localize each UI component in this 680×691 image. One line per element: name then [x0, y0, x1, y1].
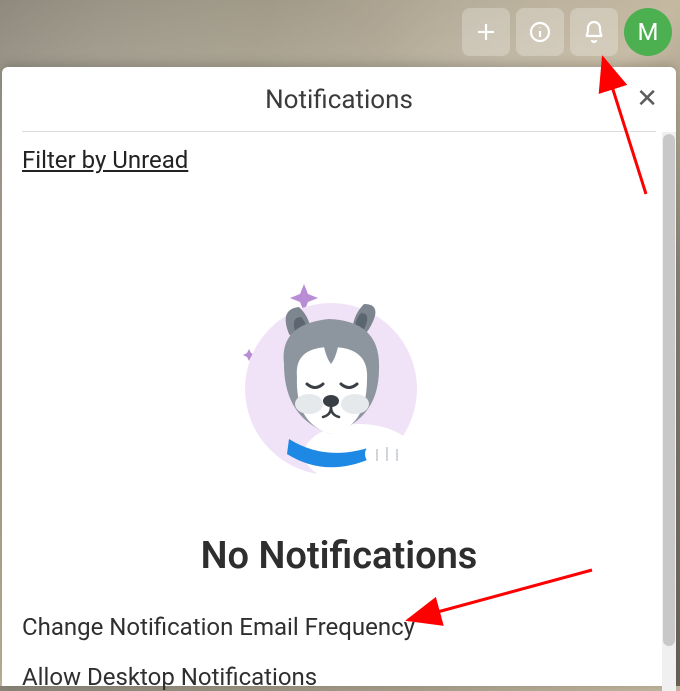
close-icon: ✕ [636, 83, 658, 113]
scrollbar-thumb[interactable] [663, 134, 675, 646]
notification-action-links: Change Notification Email Frequency Allo… [22, 613, 656, 691]
panel-body: Filter by Unread [2, 132, 676, 691]
close-button[interactable]: ✕ [632, 81, 662, 115]
panel-header: Notifications ✕ [2, 67, 676, 131]
filter-unread-link[interactable]: Filter by Unread [22, 146, 188, 174]
husky-illustration [239, 269, 439, 479]
user-avatar[interactable]: M [624, 8, 672, 56]
bell-icon [582, 20, 606, 44]
notifications-button[interactable] [570, 8, 618, 56]
allow-desktop-notifications-link[interactable]: Allow Desktop Notifications [22, 663, 656, 691]
avatar-initial: M [638, 18, 659, 46]
plus-icon [474, 20, 498, 44]
add-button[interactable] [462, 8, 510, 56]
empty-state: No Notifications Change Notification Ema… [22, 269, 656, 691]
empty-state-title: No Notifications [201, 534, 478, 578]
notifications-panel: Notifications ✕ Filter by Unread [2, 67, 676, 686]
info-button[interactable] [516, 8, 564, 56]
change-email-frequency-link[interactable]: Change Notification Email Frequency [22, 613, 656, 641]
panel-title: Notifications [22, 85, 656, 115]
info-icon [528, 20, 552, 44]
header-toolbar: M [462, 8, 672, 56]
panel-scrollbar[interactable] [662, 132, 676, 691]
